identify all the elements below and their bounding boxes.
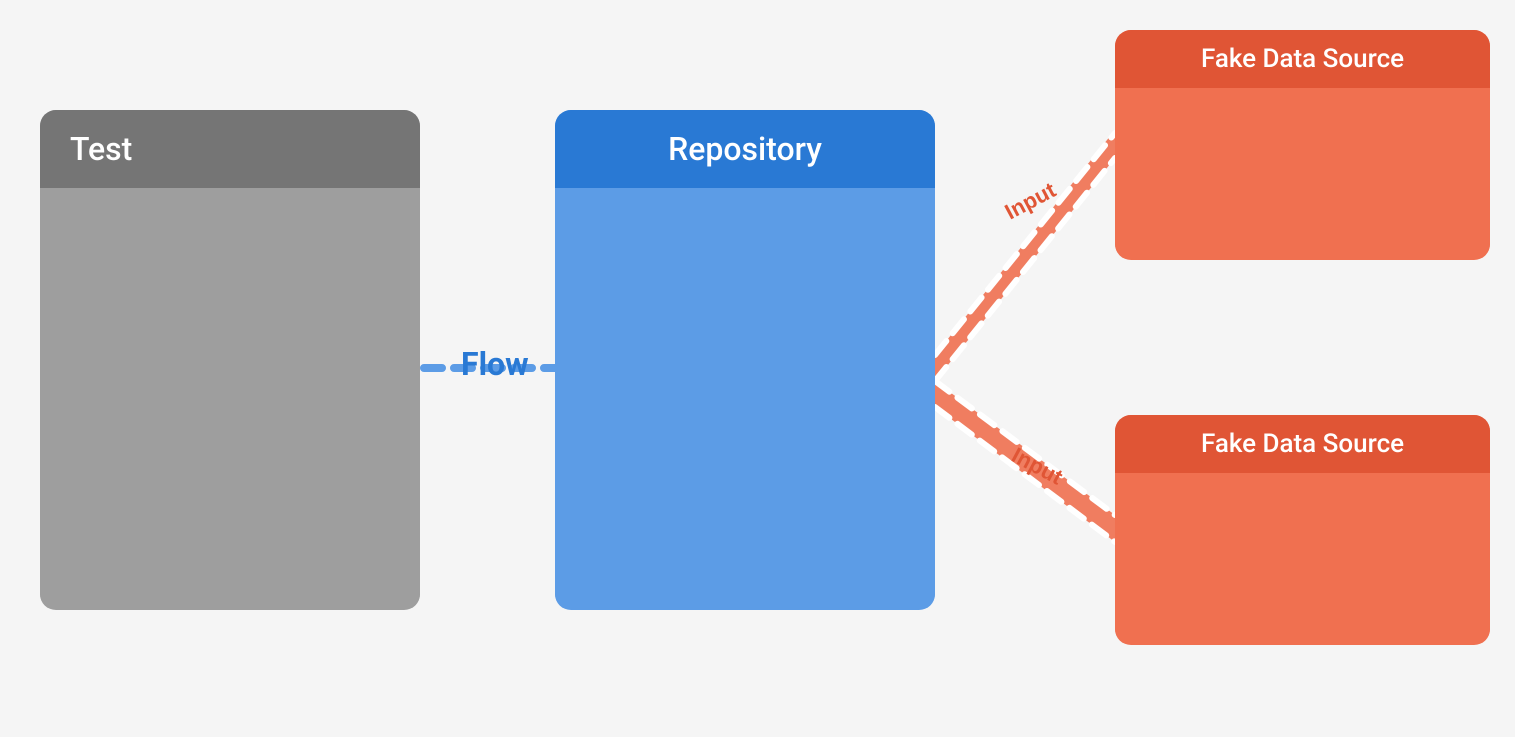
fds-node-2-header: Fake Data Source [1115,415,1490,473]
repository-node-title: Repository [668,130,822,168]
fds-node-1-body [1115,88,1490,258]
test-node: Test [40,110,420,610]
svg-text:Input: Input [1008,442,1068,490]
fake-data-source-node-2: Fake Data Source [1115,415,1490,645]
repository-node-header: Repository [555,110,935,188]
test-node-header: Test [40,110,420,188]
fake-data-source-node-1: Fake Data Source [1115,30,1490,260]
fds-node-2-title: Fake Data Source [1201,429,1404,459]
fds-node-2-body [1115,473,1490,643]
repository-node: Repository [555,110,935,610]
flow-label: Flow [461,345,529,383]
canvas: Input Input Test Repository [0,0,1515,737]
svg-text:Input: Input [1001,177,1061,225]
repository-node-body [555,188,935,608]
fds-node-1-title: Fake Data Source [1201,44,1404,74]
fds-node-1-header: Fake Data Source [1115,30,1490,88]
test-node-body [40,188,420,608]
test-node-title: Test [70,130,132,168]
